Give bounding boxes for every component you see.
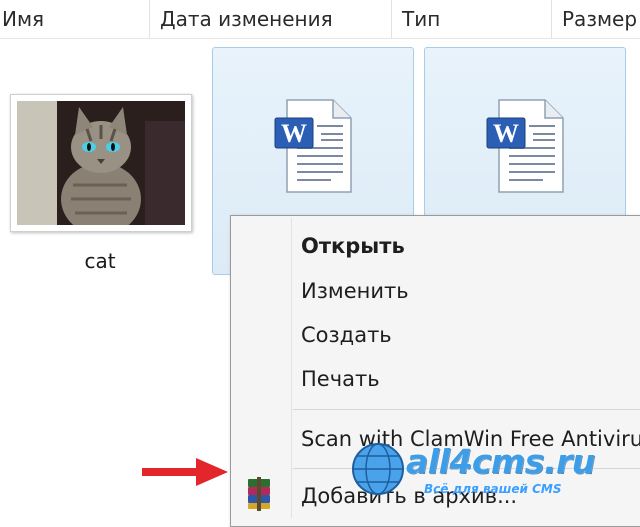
menu-item-new[interactable]: Создать <box>301 317 392 353</box>
column-header-date-modified[interactable]: Дата изменения <box>150 0 392 38</box>
image-thumbnail[interactable] <box>10 94 192 232</box>
svg-text:W: W <box>281 119 307 148</box>
watermark: all4cms.ru Всё для вашей CMS <box>348 442 640 502</box>
word-document-icon: W <box>274 99 352 193</box>
menu-item-edit[interactable]: Изменить <box>301 273 409 309</box>
globe-icon <box>352 443 404 495</box>
menu-separator <box>293 409 640 410</box>
menu-item-open[interactable]: Открыть <box>301 228 405 264</box>
file-label-cat[interactable]: cat <box>40 249 160 273</box>
menu-item-print[interactable]: Печать <box>301 361 380 397</box>
column-header-type[interactable]: Тип <box>392 0 552 38</box>
column-header-bar: Имя Дата изменения Тип Размер <box>0 0 640 39</box>
column-header-name[interactable]: Имя <box>0 0 150 38</box>
column-header-size[interactable]: Размер <box>552 0 640 38</box>
winrar-icon <box>248 477 270 511</box>
menu-icon-gutter <box>291 218 292 518</box>
cat-photo-icon <box>17 101 185 225</box>
watermark-text: all4cms.ru <box>406 442 595 481</box>
watermark-subtext: Всё для вашей CMS <box>424 482 562 496</box>
red-arrow-icon <box>142 458 228 486</box>
word-document-icon: W <box>486 99 564 193</box>
svg-text:W: W <box>493 119 519 148</box>
